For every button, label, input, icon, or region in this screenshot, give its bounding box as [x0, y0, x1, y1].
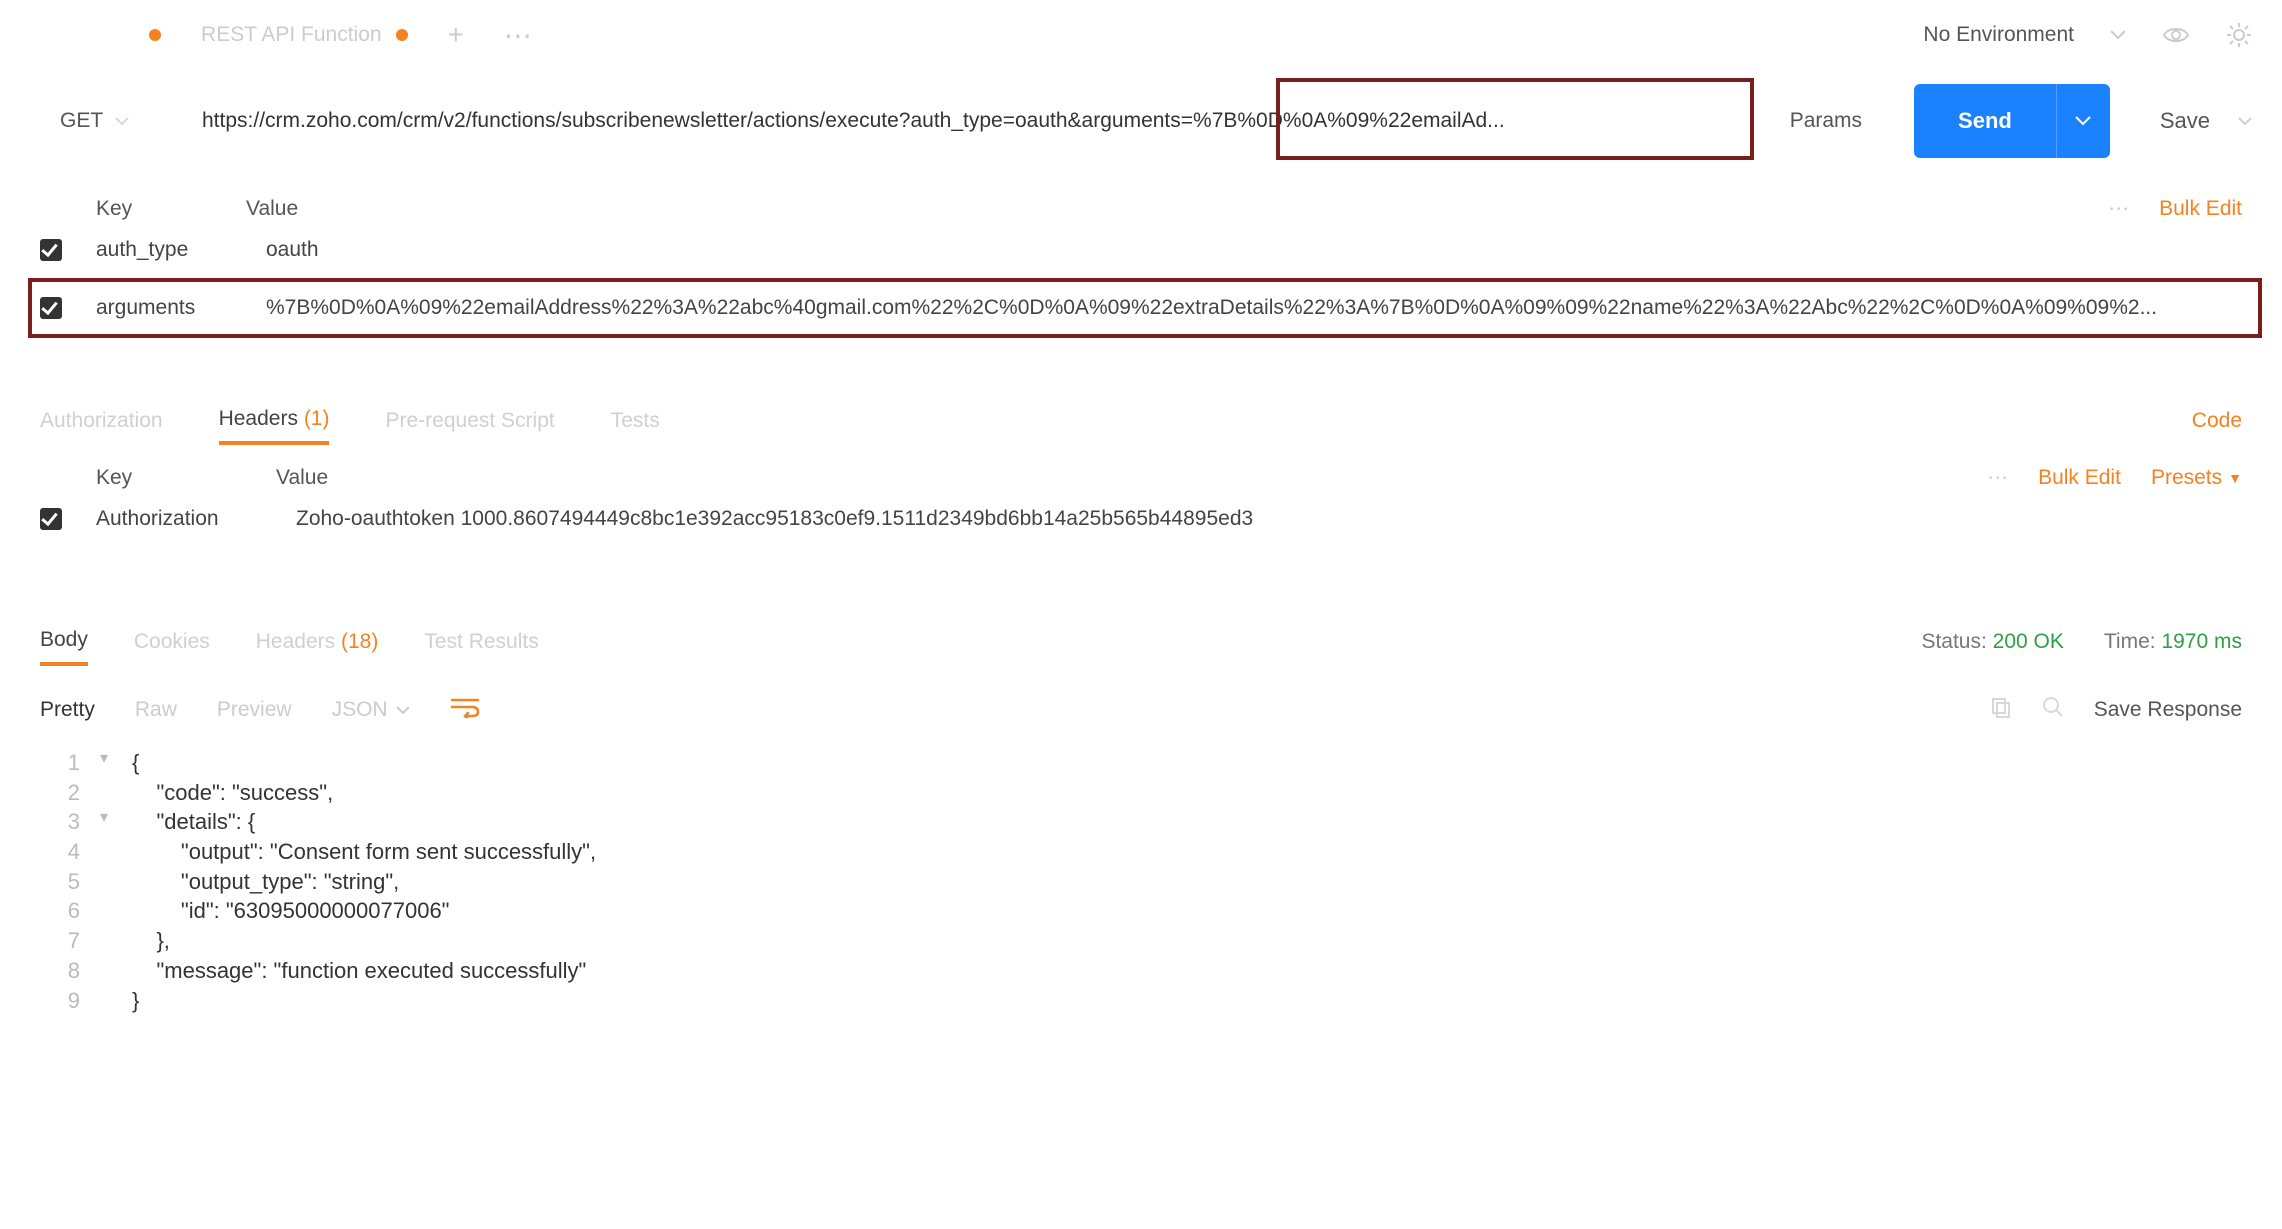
- column-value: Value: [276, 466, 1987, 490]
- params-button[interactable]: Params: [1790, 109, 1862, 133]
- presets-label: Presets: [2151, 466, 2222, 490]
- send-button[interactable]: Send: [1914, 84, 2056, 158]
- headers-header: Key Value ⋯ Bulk Edit Presets ▼: [0, 465, 2282, 490]
- unsaved-dot-icon: [149, 29, 161, 41]
- method-label: GET: [60, 109, 103, 133]
- tab-rest-api-function[interactable]: REST API Function: [201, 23, 408, 47]
- topbar: REST API Function + ⋯ No Environment: [0, 0, 2282, 70]
- pretty-button[interactable]: Pretty: [40, 698, 95, 722]
- json-line: {: [132, 748, 139, 778]
- checkbox[interactable]: [40, 239, 62, 261]
- topbar-right: No Environment: [1923, 22, 2252, 48]
- request-row: GET https://crm.zoho.com/crm/v2/function…: [0, 70, 2282, 188]
- param-row-arguments: arguments %7B%0D%0A%09%22emailAddress%22…: [0, 279, 2282, 337]
- bulk-edit-link[interactable]: Bulk Edit: [2038, 466, 2121, 490]
- column-value: Value: [246, 197, 2108, 221]
- save-dropdown[interactable]: [2238, 117, 2252, 125]
- tab-label: [30, 23, 135, 47]
- tab-response-headers[interactable]: Headers (18): [256, 620, 379, 664]
- column-key: Key: [96, 197, 246, 221]
- header-key[interactable]: Authorization: [96, 507, 296, 531]
- param-value[interactable]: %7B%0D%0A%09%22emailAddress%22%3A%22abc%…: [266, 296, 2242, 320]
- more-icon[interactable]: ⋯: [2108, 196, 2129, 221]
- request-subtabs: Authorization Headers (1) Pre-request Sc…: [0, 397, 2282, 445]
- send-dropdown[interactable]: [2056, 84, 2110, 158]
- tab-body[interactable]: Body: [40, 618, 88, 666]
- bulk-edit-link[interactable]: Bulk Edit: [2159, 197, 2242, 221]
- send-group: Send: [1914, 84, 2110, 158]
- save-button[interactable]: Save: [2150, 108, 2220, 134]
- time-value: 1970 ms: [2161, 630, 2242, 653]
- param-key[interactable]: auth_type: [96, 238, 266, 262]
- json-line: },: [132, 926, 170, 956]
- headers-count: (1): [304, 407, 330, 430]
- json-line: "output": "Consent form sent successfull…: [132, 837, 596, 867]
- response-body[interactable]: 1▾{ 2 "code": "success", 3▾ "details": {…: [0, 724, 2282, 1039]
- chevron-down-icon: [115, 117, 129, 125]
- eye-icon[interactable]: [2162, 25, 2190, 45]
- header-value[interactable]: Zoho-oauthtoken 1000.8607494449c8bc1e392…: [296, 507, 2242, 531]
- status-label: Status:: [1921, 630, 1986, 653]
- new-tab-button[interactable]: +: [448, 19, 464, 51]
- tab-label: REST API Function: [201, 23, 382, 47]
- format-label: JSON: [332, 698, 388, 722]
- response-meta: Status: 200 OK Time: 1970 ms: [1921, 630, 2242, 654]
- method-selector[interactable]: GET: [30, 84, 190, 158]
- chevron-down-icon[interactable]: [2110, 30, 2126, 40]
- format-selector[interactable]: JSON: [332, 698, 410, 722]
- url-input[interactable]: https://crm.zoho.com/crm/v2/functions/su…: [202, 84, 1754, 158]
- json-line: "id": "63095000000077006": [132, 896, 450, 926]
- time-label: Time:: [2104, 630, 2156, 653]
- tab-overflow-icon[interactable]: ⋯: [504, 19, 532, 52]
- param-key[interactable]: arguments: [96, 296, 266, 320]
- chevron-down-icon: [396, 706, 410, 714]
- gear-icon[interactable]: [2226, 22, 2252, 48]
- response-tabs: Body Cookies Headers (18) Test Results S…: [0, 618, 2282, 666]
- tab-label: Headers: [256, 630, 335, 653]
- header-row-authorization: Authorization Zoho-oauthtoken 1000.86074…: [0, 490, 2282, 548]
- preview-button[interactable]: Preview: [217, 698, 292, 722]
- environment-selector[interactable]: No Environment: [1923, 23, 2074, 47]
- time: Time: 1970 ms: [2104, 630, 2242, 654]
- wrap-icon[interactable]: [450, 696, 480, 724]
- json-line: }: [132, 986, 139, 1016]
- tab-headers[interactable]: Headers (1): [219, 397, 330, 445]
- presets-link[interactable]: Presets ▼: [2151, 466, 2242, 490]
- tab-unnamed[interactable]: [30, 23, 161, 47]
- tab-authorization[interactable]: Authorization: [40, 399, 163, 443]
- json-line: "message": "function executed successful…: [132, 956, 586, 986]
- tab-cookies[interactable]: Cookies: [134, 620, 210, 664]
- save-response-button[interactable]: Save Response: [2094, 698, 2242, 722]
- json-line: "output_type": "string",: [132, 867, 399, 897]
- caret-down-icon: ▼: [2228, 470, 2242, 486]
- column-key: Key: [96, 466, 276, 490]
- tab-test-results[interactable]: Test Results: [424, 620, 538, 664]
- headers-count: (18): [341, 630, 378, 653]
- more-icon[interactable]: ⋯: [1987, 465, 2008, 490]
- checkbox[interactable]: [40, 508, 62, 530]
- tab-tests[interactable]: Tests: [611, 399, 660, 443]
- chevron-down-icon: [2075, 116, 2091, 126]
- unsaved-dot-icon: [396, 29, 408, 41]
- param-row-auth-type: auth_type oauth: [0, 221, 2282, 279]
- params-header: Key Value ⋯ Bulk Edit: [0, 196, 2282, 221]
- raw-button[interactable]: Raw: [135, 698, 177, 722]
- copy-icon[interactable]: [1990, 696, 2012, 724]
- url-text: https://crm.zoho.com/crm/v2/functions/su…: [202, 109, 1754, 133]
- status: Status: 200 OK: [1921, 630, 2063, 654]
- json-line: "details": {: [132, 807, 255, 837]
- status-value: 200 OK: [1993, 630, 2064, 653]
- param-value[interactable]: oauth: [266, 238, 2242, 262]
- checkbox[interactable]: [40, 297, 62, 319]
- body-controls: Pretty Raw Preview JSON Save Response: [0, 686, 2282, 724]
- code-link[interactable]: Code: [2192, 409, 2242, 433]
- json-line: "code": "success",: [132, 778, 333, 808]
- tab-prerequest[interactable]: Pre-request Script: [385, 399, 554, 443]
- tab-strip: REST API Function + ⋯: [30, 19, 1923, 52]
- search-icon[interactable]: [2042, 696, 2064, 724]
- tab-label: Headers: [219, 407, 298, 430]
